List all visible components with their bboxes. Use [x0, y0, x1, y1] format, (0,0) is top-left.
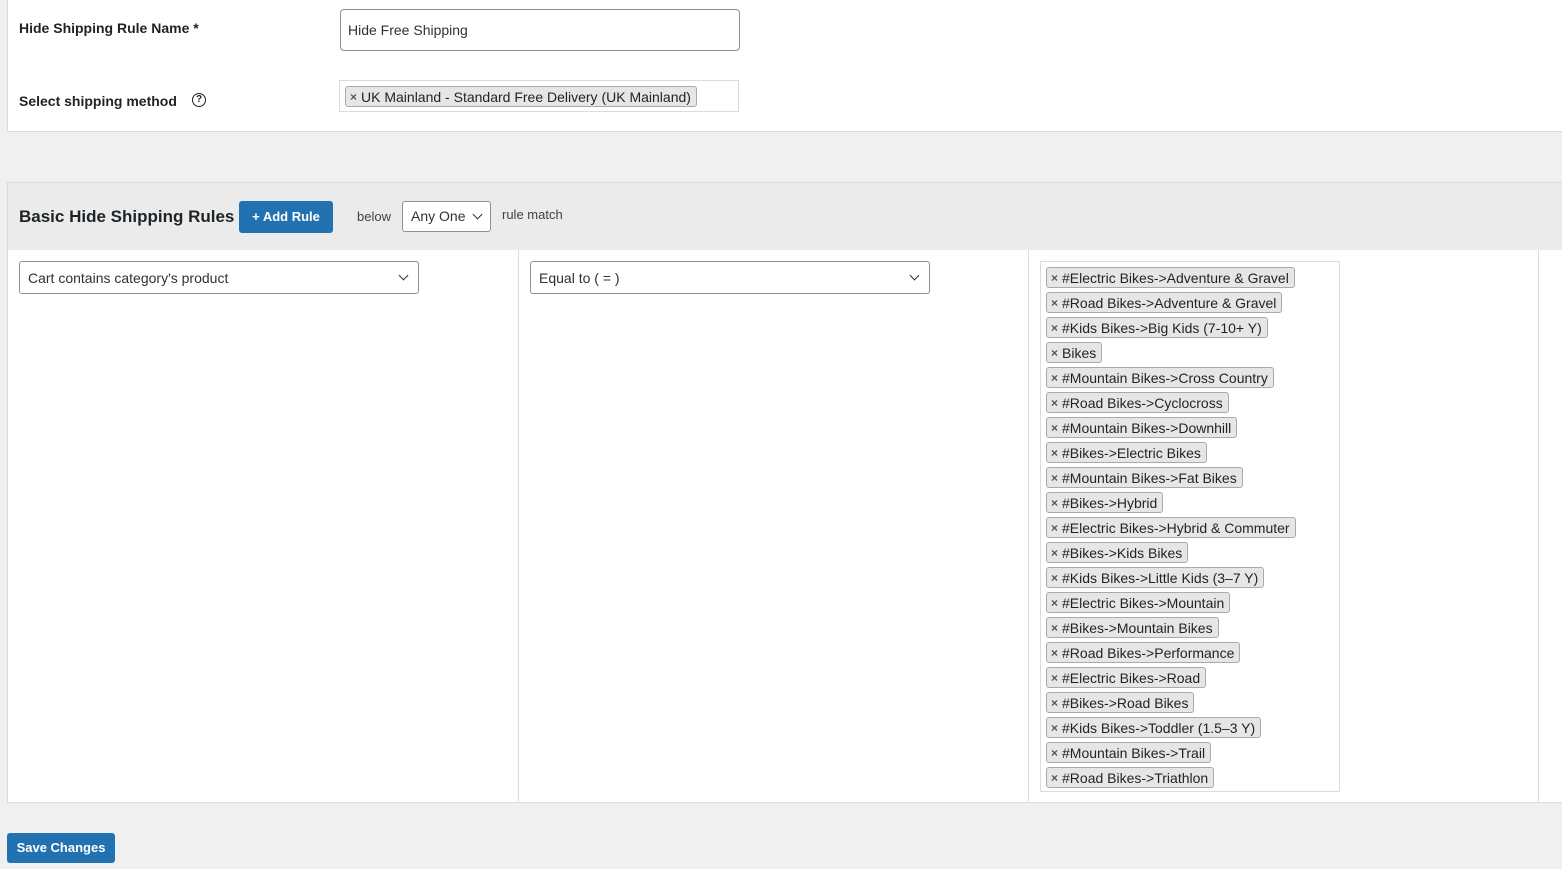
category-chip: × #Electric Bikes->Road: [1046, 667, 1207, 688]
category-chip: × #Kids Bikes->Toddler (1.5–3 Y): [1046, 717, 1262, 738]
column-divider: [1028, 250, 1029, 802]
chip-label: #Bikes->Electric Bikes: [1062, 444, 1201, 461]
category-chip: × #Road Bikes->Adventure & Gravel: [1046, 292, 1283, 313]
chip-label: #Mountain Bikes->Cross Country: [1062, 369, 1268, 386]
category-chip: × #Road Bikes->Cyclocross: [1046, 392, 1229, 413]
condition-value: Cart contains category's product: [28, 270, 229, 286]
chip-label: #Electric Bikes->Road: [1062, 669, 1201, 686]
operator-select[interactable]: Equal to ( = ): [530, 261, 930, 294]
chip-label: #Electric Bikes->Mountain: [1062, 594, 1225, 611]
add-rule-button[interactable]: + Add Rule: [239, 201, 333, 233]
match-type-value: Any One: [411, 208, 466, 224]
chip-label: #Bikes->Kids Bikes: [1062, 544, 1183, 561]
chip-label: Bikes: [1062, 344, 1097, 361]
chip-label: #Road Bikes->Performance: [1062, 644, 1235, 661]
question-circle-icon[interactable]: ?: [192, 93, 206, 107]
remove-icon[interactable]: ×: [1051, 547, 1058, 559]
chip-label: #Road Bikes->Triathlon: [1062, 769, 1209, 786]
remove-icon[interactable]: ×: [1051, 297, 1058, 309]
chip-label: #Kids Bikes->Toddler (1.5–3 Y): [1062, 719, 1256, 736]
chevron-down-icon: [472, 209, 483, 220]
rule-name-label: Hide Shipping Rule Name *: [19, 20, 199, 36]
chip-label: UK Mainland - Standard Free Delivery (UK…: [361, 88, 691, 105]
remove-icon[interactable]: ×: [1051, 472, 1058, 484]
chip-label: #Bikes->Mountain Bikes: [1062, 619, 1213, 636]
rules-title: Basic Hide Shipping Rules: [19, 207, 235, 226]
rule-match-text: rule match: [502, 207, 563, 222]
shipping-method-select[interactable]: × UK Mainland - Standard Free Delivery (…: [339, 80, 739, 112]
chip-label: #Mountain Bikes->Trail: [1062, 744, 1206, 761]
category-chip: × #Bikes->Mountain Bikes: [1046, 617, 1219, 638]
category-chip: × #Mountain Bikes->Trail: [1046, 742, 1212, 763]
operator-value: Equal to ( = ): [539, 270, 620, 286]
rules-header: Basic Hide Shipping Rules + Add Rule bel…: [7, 182, 1562, 250]
chip-label: #Road Bikes->Adventure & Gravel: [1062, 294, 1277, 311]
condition-select[interactable]: Cart contains category's product: [19, 261, 419, 294]
remove-icon[interactable]: ×: [1051, 747, 1058, 759]
chip-label: #Road Bikes->Cyclocross: [1062, 394, 1223, 411]
chip-label: #Mountain Bikes->Fat Bikes: [1062, 469, 1237, 486]
category-chip: × #Bikes->Road Bikes: [1046, 692, 1195, 713]
remove-icon[interactable]: ×: [1051, 647, 1058, 659]
remove-icon[interactable]: ×: [1051, 272, 1058, 284]
category-chip: × #Electric Bikes->Mountain: [1046, 592, 1231, 613]
category-chip: × #Electric Bikes->Hybrid & Commuter: [1046, 517, 1296, 538]
chip-label: #Bikes->Hybrid: [1062, 494, 1158, 511]
rule-name-input[interactable]: [340, 9, 740, 51]
remove-icon[interactable]: ×: [1051, 422, 1058, 434]
category-chip: × #Bikes->Hybrid: [1046, 492, 1164, 513]
category-chip: × #Kids Bikes->Little Kids (3–7 Y): [1046, 567, 1265, 588]
chevron-down-icon: [398, 270, 409, 281]
remove-icon[interactable]: ×: [1051, 497, 1058, 509]
category-chip: × #Electric Bikes->Adventure & Gravel: [1046, 267, 1295, 288]
remove-icon[interactable]: ×: [1051, 447, 1058, 459]
remove-icon[interactable]: ×: [1051, 372, 1058, 384]
remove-icon[interactable]: ×: [1051, 322, 1058, 334]
shipping-method-label: Select shipping method: [19, 93, 177, 109]
category-chip: × #Mountain Bikes->Downhill: [1046, 417, 1238, 438]
chip-label: #Kids Bikes->Big Kids (7-10+ Y): [1062, 319, 1262, 336]
column-divider: [1538, 250, 1539, 802]
remove-icon[interactable]: ×: [1051, 772, 1058, 784]
category-chip: × #Bikes->Electric Bikes: [1046, 442, 1207, 463]
remove-icon[interactable]: ×: [350, 91, 357, 103]
remove-icon[interactable]: ×: [1051, 622, 1058, 634]
chip-label: #Electric Bikes->Adventure & Gravel: [1062, 269, 1289, 286]
category-chip: × #Road Bikes->Triathlon: [1046, 767, 1215, 788]
selected-shipping-method-chip: × UK Mainland - Standard Free Delivery (…: [345, 86, 697, 107]
rule-settings-panel: Hide Shipping Rule Name * Select shippin…: [7, 0, 1562, 132]
category-chip: × #Road Bikes->Performance: [1046, 642, 1241, 663]
category-multiselect[interactable]: × #Electric Bikes->Adventure & Gravel × #Ro…: [1040, 261, 1340, 792]
remove-icon[interactable]: ×: [1051, 397, 1058, 409]
category-chip: × Bikes: [1046, 342, 1103, 363]
column-divider: [518, 250, 519, 802]
save-changes-button[interactable]: Save Changes: [7, 833, 115, 863]
chip-label: #Bikes->Road Bikes: [1062, 694, 1189, 711]
remove-icon[interactable]: ×: [1051, 347, 1058, 359]
category-chip: × #Mountain Bikes->Cross Country: [1046, 367, 1274, 388]
chevron-down-icon: [909, 270, 920, 281]
category-chip: × #Kids Bikes->Big Kids (7-10+ Y): [1046, 317, 1268, 338]
remove-icon[interactable]: ×: [1051, 697, 1058, 709]
category-chip: × #Bikes->Kids Bikes: [1046, 542, 1189, 563]
remove-icon[interactable]: ×: [1051, 572, 1058, 584]
match-type-select[interactable]: Any One: [402, 201, 491, 232]
chip-label: #Mountain Bikes->Downhill: [1062, 419, 1232, 436]
remove-icon[interactable]: ×: [1051, 722, 1058, 734]
category-chip: × #Mountain Bikes->Fat Bikes: [1046, 467, 1243, 488]
chip-label: #Electric Bikes->Hybrid & Commuter: [1062, 519, 1290, 536]
remove-icon[interactable]: ×: [1051, 597, 1058, 609]
remove-icon[interactable]: ×: [1051, 522, 1058, 534]
remove-icon[interactable]: ×: [1051, 672, 1058, 684]
chip-label: #Kids Bikes->Little Kids (3–7 Y): [1062, 569, 1259, 586]
below-text: below: [357, 209, 391, 224]
rule-row: Cart contains category's product Equal t…: [7, 250, 1562, 803]
